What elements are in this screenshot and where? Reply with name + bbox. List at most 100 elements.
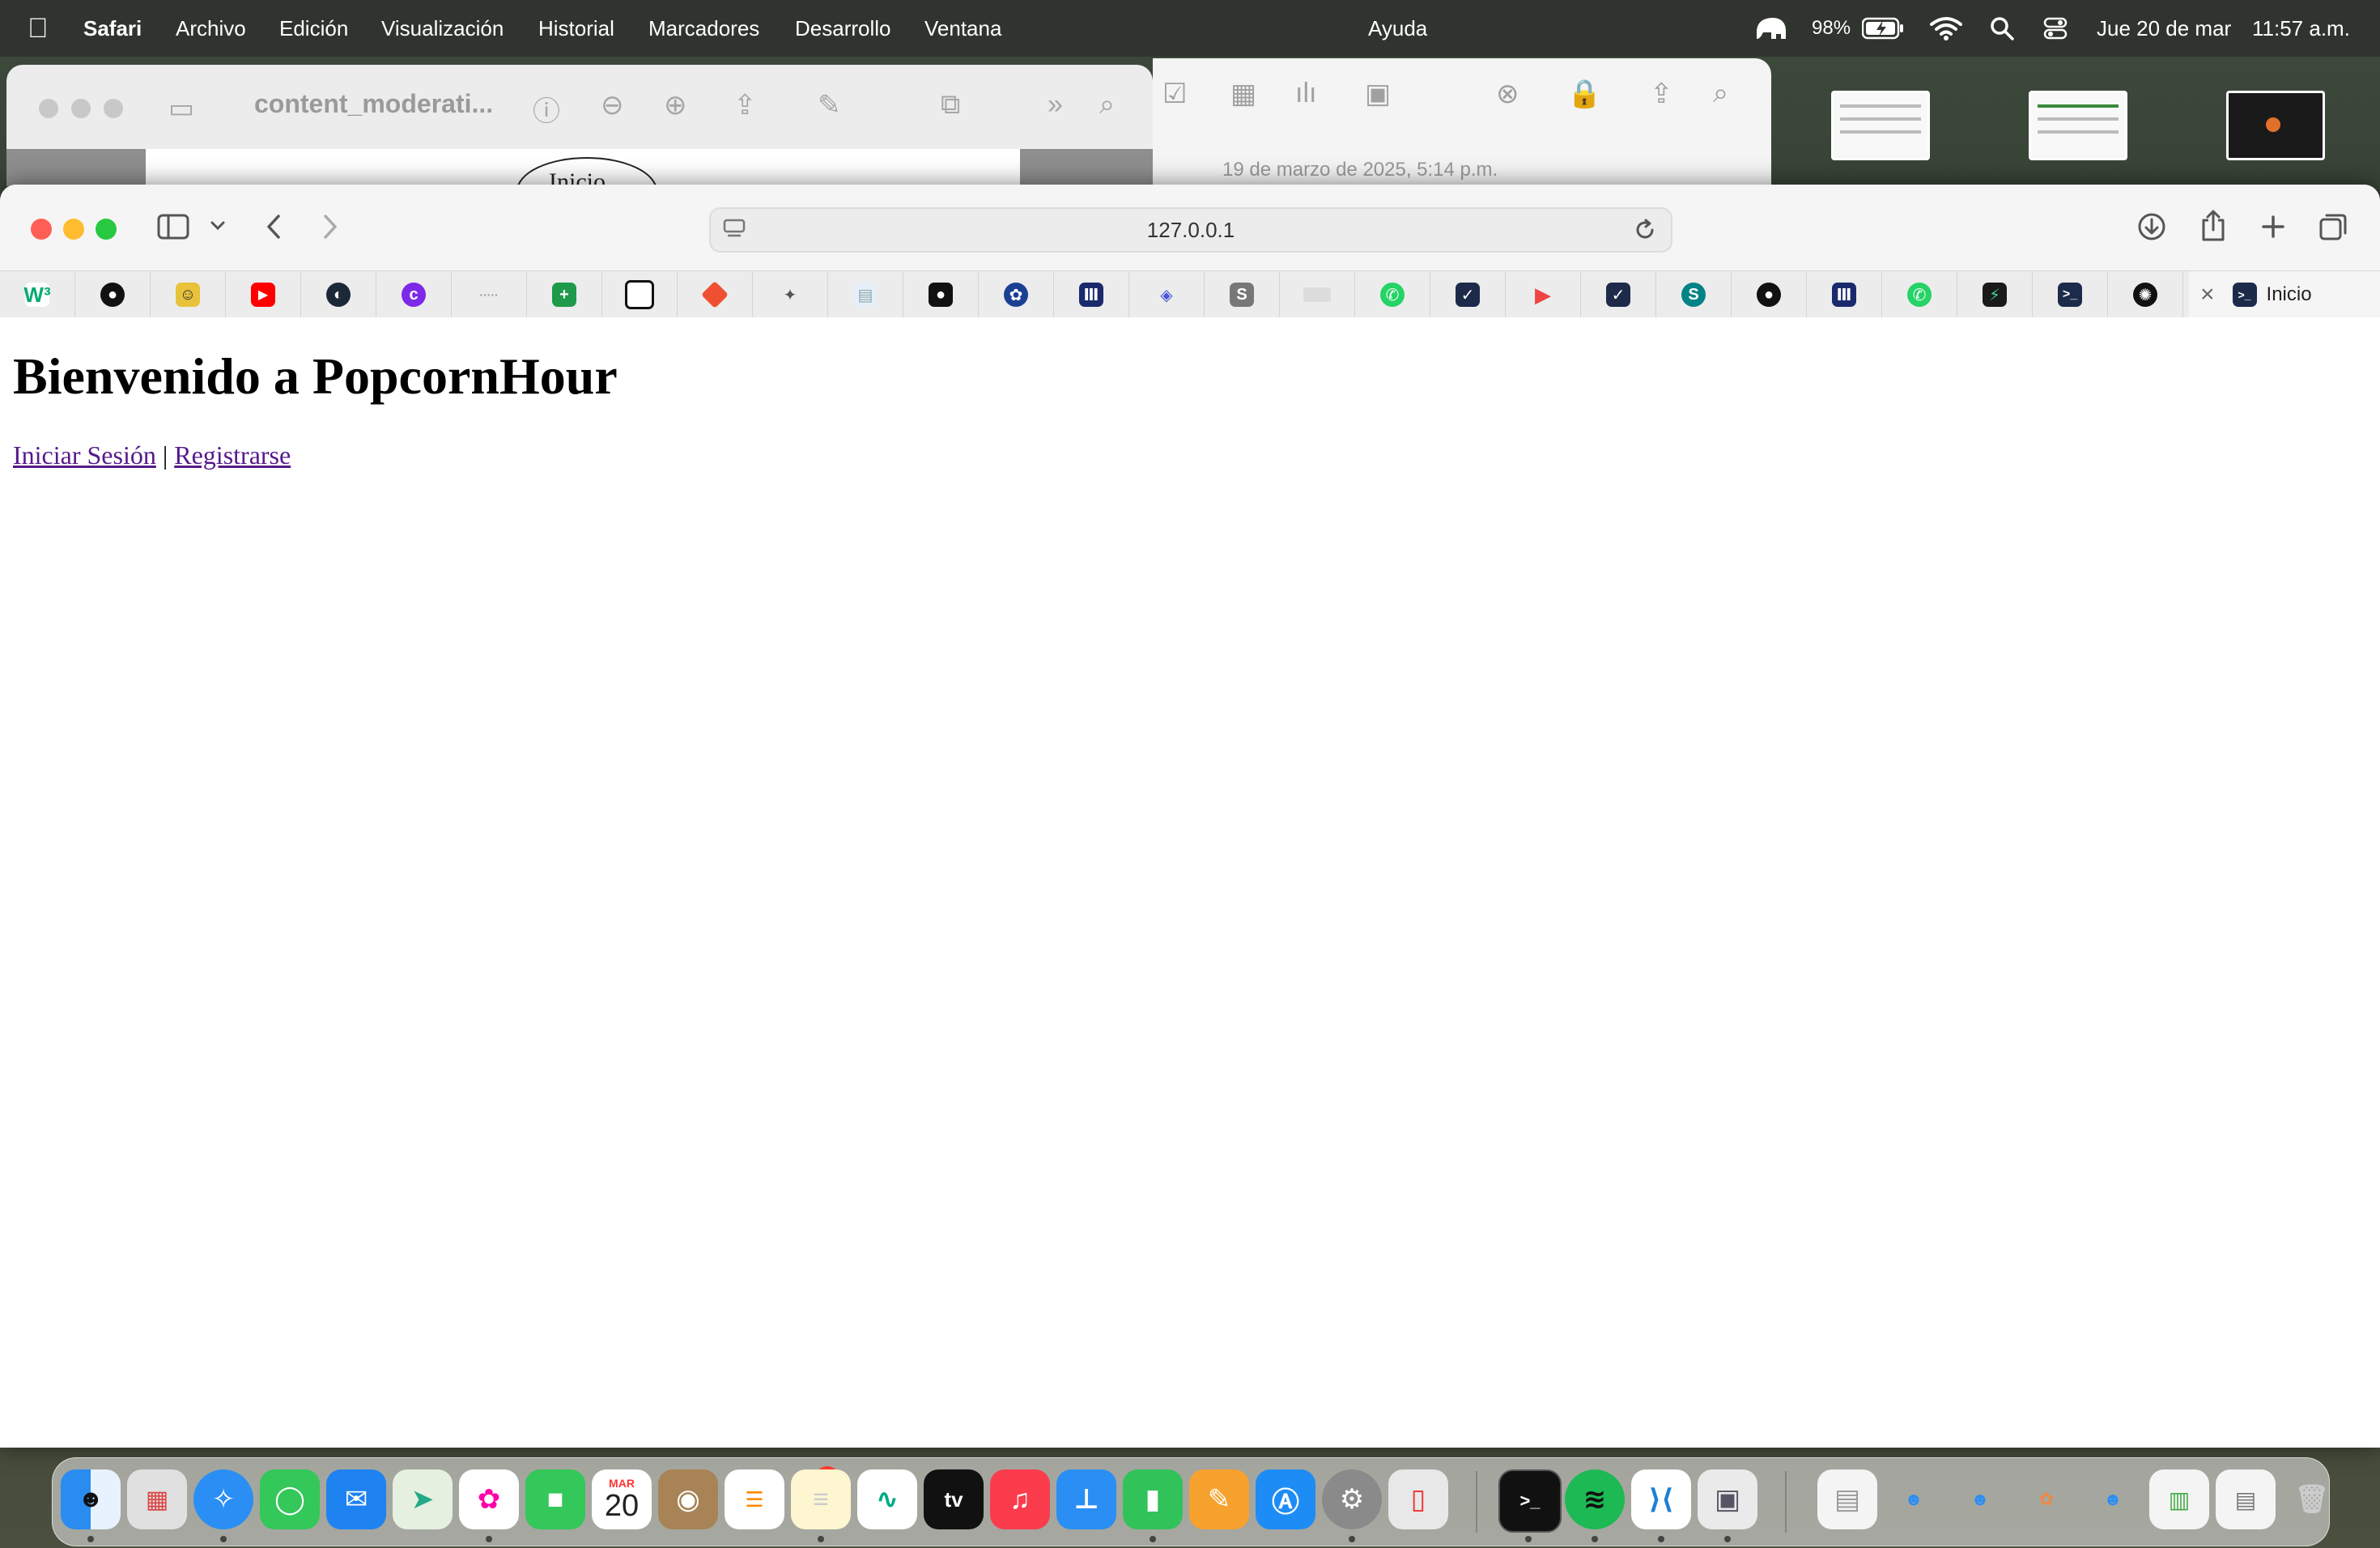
menu-app-safari[interactable]: Safari: [83, 0, 142, 57]
menu-desarrollo[interactable]: Desarrollo: [795, 0, 891, 57]
pinned-tab-github-2[interactable]: ●: [903, 271, 979, 318]
pinned-tab-canva[interactable]: c: [376, 271, 452, 318]
minimize-button-inactive[interactable]: [71, 99, 91, 118]
facetime-icon[interactable]: ■: [525, 1469, 585, 1529]
more-chevron-icon[interactable]: »: [1048, 89, 1063, 121]
maps-icon[interactable]: ➤: [393, 1469, 453, 1529]
pinned-tab-terminal[interactable]: >_: [2033, 271, 2108, 318]
close-window-button[interactable]: [31, 219, 52, 240]
search-icon[interactable]: ⌕: [1099, 89, 1115, 121]
markup-pen-icon[interactable]: ✎: [818, 89, 841, 121]
keynote-icon[interactable]: ⊥: [1056, 1469, 1116, 1529]
register-link[interactable]: Registrarse: [174, 440, 291, 470]
collaborate-icon[interactable]: ⊗: [1496, 78, 1519, 110]
pinned-tab-sheets[interactable]: +: [527, 271, 602, 318]
audio-waveform-icon[interactable]: ılı: [1295, 78, 1316, 109]
search-icon[interactable]: ⌕: [1713, 78, 1728, 109]
zoom-button-inactive[interactable]: [104, 99, 123, 118]
media-icon[interactable]: ▣: [1365, 78, 1391, 110]
menubar-time[interactable]: 11:57 a.m.: [2252, 0, 2350, 57]
background-preview-window[interactable]: ▭ content_moderati... ⓘ ⊖ ⊕ ⇪ ✎ ⧉ » ⌕ In…: [6, 65, 1153, 186]
apple-tv-icon[interactable]: tv: [924, 1469, 984, 1529]
calendar-icon[interactable]: MAR 20: [592, 1469, 652, 1529]
active-tab-inicio[interactable]: × >_ Inicio: [2189, 271, 2380, 318]
pinned-tab-notion[interactable]: [602, 271, 678, 318]
music-icon[interactable]: ♫: [990, 1469, 1050, 1529]
menu-ventana[interactable]: Ventana: [924, 0, 1001, 57]
share-icon[interactable]: ⇪: [1650, 78, 1673, 110]
address-url[interactable]: 127.0.0.1: [711, 209, 1671, 251]
minimized-finder-icon-2[interactable]: ☻: [1950, 1469, 2010, 1529]
safari-icon[interactable]: ✧: [193, 1469, 253, 1529]
tab-overview-icon[interactable]: [2317, 211, 2349, 243]
pinned-tab-paw[interactable]: ✿: [979, 271, 1054, 318]
launchpad-icon[interactable]: ▦: [127, 1469, 187, 1529]
close-button-inactive[interactable]: [39, 99, 58, 118]
mail-icon[interactable]: ✉: [326, 1469, 386, 1529]
share-icon[interactable]: [2197, 207, 2229, 243]
notes-icon[interactable]: ≡: [791, 1469, 851, 1529]
reload-icon[interactable]: [1632, 217, 1658, 243]
minimized-document-icon[interactable]: ▤: [2216, 1469, 2276, 1529]
back-chevron-icon[interactable]: [257, 209, 290, 245]
wifi-icon[interactable]: [1930, 14, 1962, 43]
pinned-tab-w3schools[interactable]: W³: [0, 271, 75, 318]
pinned-tab-github[interactable]: ●: [75, 271, 151, 318]
contacts-icon[interactable]: ◉: [658, 1469, 718, 1529]
menu-marcadores[interactable]: Marcadores: [648, 0, 759, 57]
minimize-window-button[interactable]: [63, 219, 84, 240]
system-settings-icon[interactable]: ⚙: [1322, 1469, 1382, 1529]
terminal-icon[interactable]: >_: [1498, 1469, 1562, 1533]
pinned-tab-mascot[interactable]: ☺: [151, 271, 226, 318]
apple-menu-icon[interactable]: : [28, 0, 49, 57]
desktop-thumbnail-3[interactable]: [2226, 91, 2325, 160]
trash-icon[interactable]: 🗑: [2282, 1469, 2342, 1529]
minimized-finder-icon[interactable]: ☻: [1884, 1469, 1944, 1529]
menu-visualizacion[interactable]: Visualización: [381, 0, 504, 57]
checklist-icon[interactable]: ☑: [1162, 78, 1187, 110]
zoom-in-icon[interactable]: ⊕: [664, 89, 687, 121]
numbers-icon[interactable]: ▮: [1123, 1469, 1183, 1529]
freeform-icon[interactable]: ∿: [857, 1469, 917, 1529]
forward-chevron-icon[interactable]: [314, 209, 346, 245]
close-tab-icon[interactable]: ×: [2200, 281, 2215, 308]
sidebar-icon[interactable]: ▭: [168, 92, 194, 125]
menubar-date[interactable]: Jue 20 de mar: [2097, 0, 2231, 57]
pinned-tab-docker[interactable]: ◈: [1129, 271, 1205, 318]
address-bar[interactable]: 127.0.0.1: [709, 207, 1672, 253]
tab-group-chevron-down-icon[interactable]: [206, 214, 230, 238]
desktop-thumbnail-2[interactable]: [2029, 91, 2127, 160]
desktop-thumbnail-1[interactable]: [1831, 91, 1930, 160]
pinned-tab-vercel-v-2[interactable]: ✓: [1581, 271, 1656, 318]
pinned-tab-site[interactable]: ·····: [452, 271, 527, 318]
pinned-tab-whatsapp-2[interactable]: ✆: [1882, 271, 1957, 318]
table-icon[interactable]: ▦: [1230, 78, 1256, 110]
messages-icon[interactable]: ◯: [260, 1469, 320, 1529]
new-tab-plus-icon[interactable]: [2257, 211, 2289, 243]
battery-charging-icon[interactable]: [1862, 14, 1904, 43]
pinned-tab-vercel-v[interactable]: ✓: [1430, 271, 1506, 318]
pinned-tab-play[interactable]: ▶: [1506, 271, 1581, 318]
minimized-photos-icon[interactable]: ✿: [2017, 1469, 2076, 1529]
control-center-icon[interactable]: [2043, 14, 2068, 43]
reminders-icon[interactable]: ☰: [725, 1469, 784, 1529]
spotify-icon[interactable]: ≋: [1565, 1469, 1625, 1529]
pinned-tab-banner[interactable]: [1280, 271, 1355, 318]
pinned-tab-sharepoint[interactable]: S: [1656, 271, 1732, 318]
pinned-tab-bolt[interactable]: ⚡: [1957, 271, 2033, 318]
pinned-tab-github-3[interactable]: ●: [1732, 271, 1807, 318]
preview-icon[interactable]: ▣: [1698, 1469, 1757, 1529]
pinned-tab-youtube[interactable]: ▶: [226, 271, 301, 318]
pages-icon[interactable]: ✎: [1189, 1469, 1249, 1529]
pinned-tab-uni[interactable]: Ⅲ: [1054, 271, 1129, 318]
background-notes-window[interactable]: ☑ ▦ ılı ▣ ⊗ 🔒 ⇪ ⌕ 19 de marzo de 2025, 5…: [1153, 58, 1771, 188]
login-link[interactable]: Iniciar Sesión: [13, 440, 156, 470]
minimized-spreadsheet-icon[interactable]: ▥: [2149, 1469, 2209, 1529]
elephant-icon[interactable]: [1753, 14, 1787, 43]
pinned-tab-docs[interactable]: ▤: [828, 271, 903, 318]
menu-historial[interactable]: Historial: [538, 0, 614, 57]
zoom-window-button[interactable]: [96, 219, 117, 240]
share-icon[interactable]: ⇪: [733, 89, 757, 121]
app-store-icon[interactable]: Ⓐ: [1256, 1469, 1315, 1529]
menu-ayuda[interactable]: Ayuda: [1368, 0, 1427, 57]
